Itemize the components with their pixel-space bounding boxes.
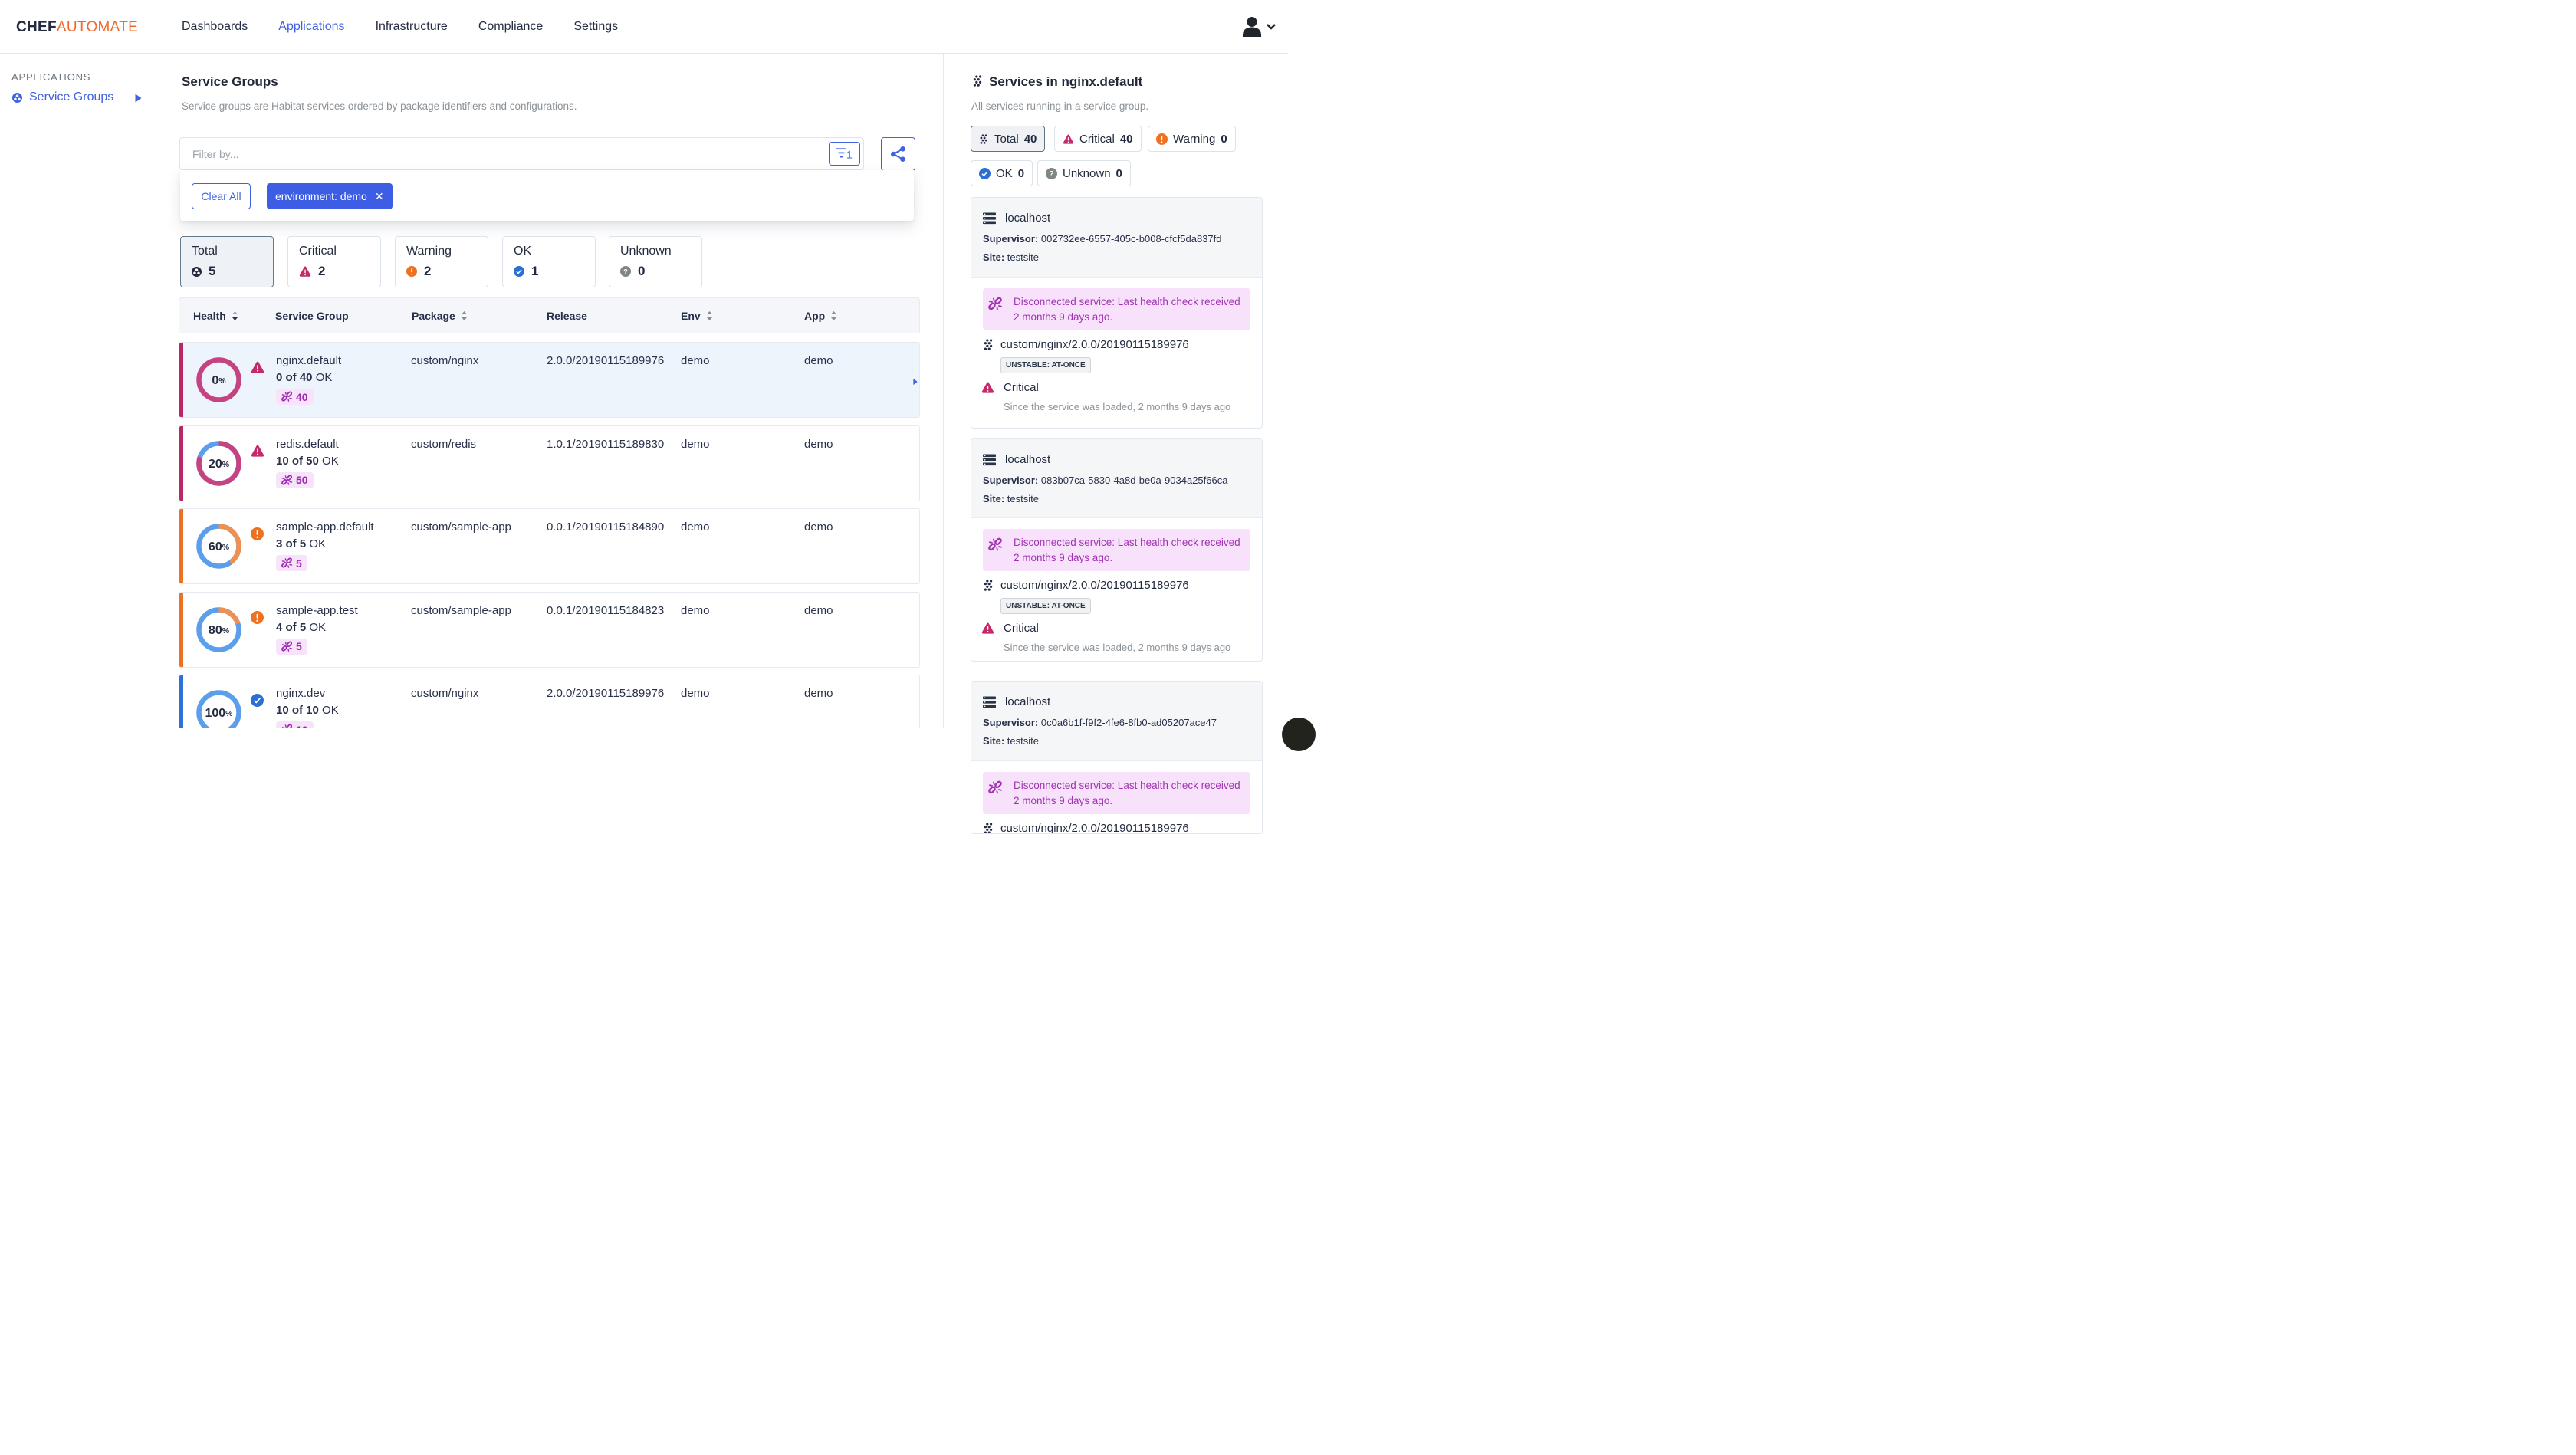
svg-text:?: ?: [623, 268, 628, 275]
svg-text:1: 1: [846, 149, 853, 160]
svg-text:?: ?: [1049, 170, 1053, 179]
